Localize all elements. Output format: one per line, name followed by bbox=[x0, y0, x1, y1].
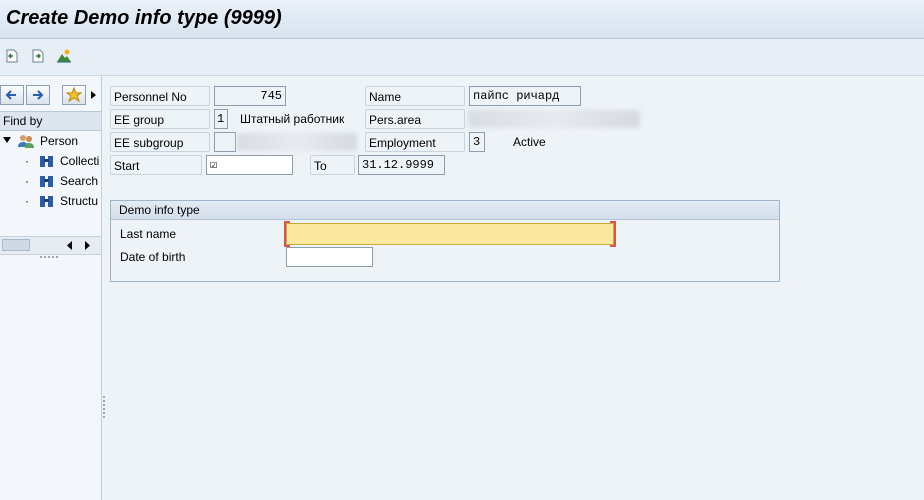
ee-group-text: Штатный работник bbox=[240, 112, 345, 126]
tree-bullet: · bbox=[25, 174, 29, 188]
nav-forward-button[interactable] bbox=[26, 85, 50, 105]
ee-subgroup-text-redacted bbox=[237, 133, 357, 151]
pers-area-label: Pers.area bbox=[365, 109, 465, 129]
tree-item-label: Collecti bbox=[60, 154, 100, 168]
name-label: Name bbox=[365, 86, 465, 106]
find-by-label: Find by bbox=[3, 114, 43, 128]
find-by-header: Find by bbox=[0, 111, 101, 131]
ee-group-label: EE group bbox=[110, 109, 210, 129]
tree-item-search-term[interactable]: · Search bbox=[0, 172, 101, 190]
splitter-grip[interactable] bbox=[103, 396, 107, 418]
start-label: Start bbox=[110, 155, 202, 175]
tree-item-label: Person bbox=[40, 134, 79, 148]
binoculars-icon bbox=[40, 196, 53, 207]
required-marker-left bbox=[284, 221, 290, 247]
personnel-no-label: Personnel No bbox=[110, 86, 210, 106]
back-icon[interactable] bbox=[4, 48, 20, 64]
tree-item-label: Structu bbox=[60, 194, 99, 208]
chevron-down-icon[interactable] bbox=[3, 136, 12, 144]
required-marker-right bbox=[610, 221, 616, 247]
horizontal-scrollbar[interactable] bbox=[0, 236, 101, 255]
title-bar: Create Demo info type (9999) bbox=[0, 0, 924, 39]
nav-back-button[interactable] bbox=[0, 85, 24, 105]
employment-label: Employment bbox=[365, 132, 465, 152]
start-date-field[interactable]: ☑ bbox=[206, 155, 293, 175]
favorites-button[interactable] bbox=[62, 85, 86, 105]
employment-code-field[interactable]: 3 bbox=[469, 132, 485, 152]
binoculars-icon bbox=[40, 176, 53, 187]
application-toolbar bbox=[0, 39, 924, 76]
last-name-field[interactable] bbox=[286, 223, 614, 245]
star-icon bbox=[65, 86, 83, 103]
tree-bullet: · bbox=[25, 154, 29, 168]
ee-group-code-field[interactable]: 1 bbox=[214, 109, 228, 129]
end-date-field[interactable]: 31.12.9999 bbox=[358, 155, 445, 175]
arrow-right-icon bbox=[33, 90, 44, 100]
arrow-left-icon bbox=[5, 90, 16, 100]
tree-item-label: Search bbox=[60, 174, 99, 188]
people-icon bbox=[18, 135, 34, 148]
navigation-toolbar bbox=[0, 80, 101, 106]
date-of-birth-label: Date of birth bbox=[120, 250, 186, 264]
ee-subgroup-label: EE subgroup bbox=[110, 132, 210, 152]
expand-right-icon[interactable] bbox=[90, 90, 98, 100]
scroll-thumb[interactable] bbox=[2, 239, 30, 251]
mountain-image-icon[interactable] bbox=[56, 48, 72, 64]
resize-grip[interactable] bbox=[40, 256, 58, 261]
personnel-no-field[interactable]: 745 bbox=[214, 86, 286, 106]
ee-subgroup-code-field[interactable] bbox=[214, 132, 236, 152]
group-title: Demo info type bbox=[119, 203, 200, 217]
pers-area-value-redacted bbox=[468, 110, 640, 128]
tree-bullet: · bbox=[25, 194, 29, 208]
tree-item-person[interactable]: Person bbox=[0, 132, 101, 150]
demo-info-type-group: Demo info type Last name Date of birth bbox=[110, 200, 780, 282]
binoculars-icon bbox=[40, 156, 53, 167]
group-header: Demo info type bbox=[111, 201, 779, 220]
employment-text: Active bbox=[513, 135, 546, 149]
scroll-left-icon[interactable] bbox=[66, 241, 74, 250]
last-name-label: Last name bbox=[120, 227, 177, 241]
scroll-right-icon[interactable] bbox=[84, 241, 92, 250]
date-of-birth-field[interactable] bbox=[286, 247, 373, 267]
tree-item-structure-search[interactable]: · Structu bbox=[0, 192, 101, 210]
tree-item-collective-search[interactable]: · Collecti bbox=[0, 152, 101, 170]
navigation-panel: Find by Person · Collecti · Search · Str… bbox=[0, 76, 102, 500]
page-title: Create Demo info type (9999) bbox=[6, 7, 282, 29]
panel-splitter[interactable] bbox=[102, 76, 108, 500]
name-field[interactable]: пайпс ричард bbox=[469, 86, 581, 106]
to-label: To bbox=[310, 155, 355, 175]
forward-icon[interactable] bbox=[30, 48, 46, 64]
